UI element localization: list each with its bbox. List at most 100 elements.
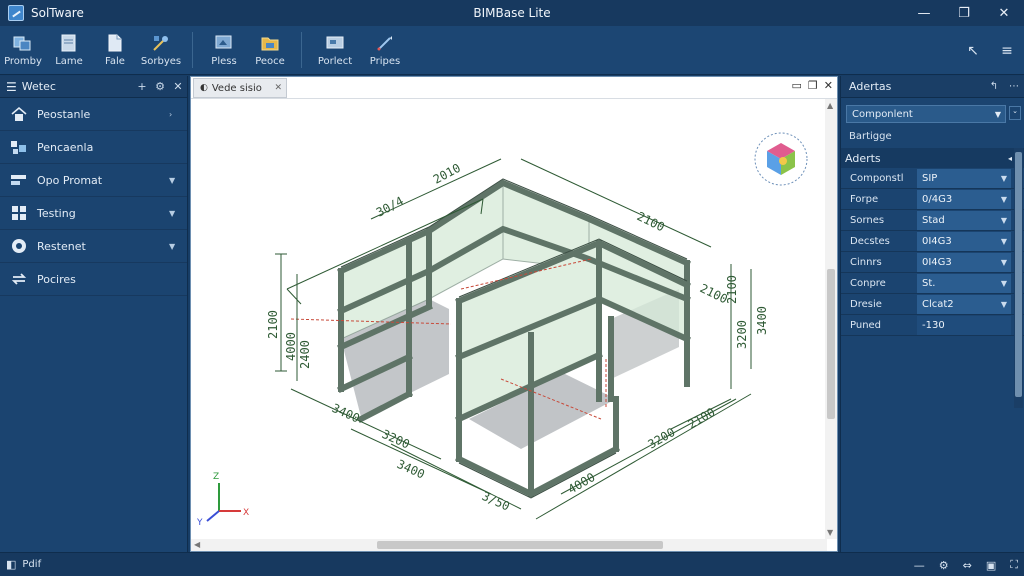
property-row: Dresie Clcat2 ▼	[841, 294, 1024, 315]
status-left: ◧ Pdif	[0, 558, 41, 571]
viewport-horizontal-scrollbar[interactable]: ◀	[191, 539, 827, 551]
property-name: Puned	[850, 319, 882, 331]
nav-item-opo-promat[interactable]: Opo Promat ▼	[0, 164, 187, 197]
scroll-left-icon[interactable]: ◀	[194, 540, 200, 549]
layout-icon[interactable]: ▣	[986, 559, 996, 572]
axis-label-z: Z	[213, 472, 219, 482]
ribbon-button-label: Sorbyes	[140, 56, 182, 67]
tab-close-icon[interactable]: ✕	[274, 83, 282, 93]
section-title: Aderts	[845, 151, 881, 165]
property-name: Forpe	[850, 193, 879, 205]
tab-view[interactable]: ◐ Vede sisio ✕	[193, 78, 287, 98]
properties-scrollbar[interactable]	[1014, 148, 1023, 408]
chevron-down-icon: ▼	[1000, 257, 1007, 267]
property-value: SIP	[922, 172, 938, 184]
collapse-icon[interactable]: ◂	[1008, 154, 1012, 163]
tools-icon[interactable]: ⚙	[151, 80, 169, 93]
chevron-down-icon: ▼	[1000, 173, 1007, 183]
add-icon[interactable]: +	[133, 80, 151, 93]
back-arrow-icon[interactable]: ↖	[956, 43, 990, 59]
component-type-select[interactable]: Componlent ▼	[846, 105, 1006, 123]
close-button[interactable]: ✕	[984, 0, 1024, 26]
ribbon-button-label: Lame	[55, 56, 83, 67]
chevron-down-icon: ▼	[1000, 236, 1007, 246]
panel-options-icon[interactable]: ⋯	[1004, 81, 1024, 92]
restore-button[interactable]: ❐	[944, 0, 984, 26]
hamburger-icon[interactable]: ☰	[6, 80, 17, 94]
ribbon-button-label: Fale	[105, 56, 125, 67]
zoom-out-icon[interactable]: —	[914, 559, 925, 572]
undo-icon[interactable]: ↰	[984, 81, 1004, 92]
property-value-select[interactable]: SIP ▼	[917, 168, 1011, 188]
select-value: Componlent	[852, 108, 913, 120]
model-viewport[interactable]: ◐ Vede sisio ✕ ▭ ❐ ✕ 30/4 2010 2100 2100…	[190, 76, 838, 552]
home-icon	[9, 105, 29, 123]
property-value-select[interactable]: 0/4G3 ▼	[917, 189, 1011, 209]
folder-icon	[259, 33, 281, 53]
view-icon	[213, 33, 235, 53]
property-value-select[interactable]: 0I4G3 ▼	[917, 252, 1011, 272]
chevron-down-icon[interactable]: ▼	[169, 209, 187, 218]
scroll-up-icon[interactable]: ▲	[827, 101, 833, 110]
nav-item-label: Restenet	[37, 239, 86, 253]
viewport-vertical-scrollbar[interactable]: ▲ ▼	[825, 99, 837, 539]
viewport-minimize-icon[interactable]: ▭	[792, 79, 802, 92]
nav-item-restenet[interactable]: Restenet ▼	[0, 230, 187, 263]
property-name: Dresie	[850, 298, 882, 310]
layers-icon	[9, 171, 29, 189]
property-row: Cinnrs 0I4G3 ▼	[841, 252, 1024, 273]
window-controls: — ❐ ✕	[904, 0, 1024, 26]
property-value-select[interactable]: 0I4G3 ▼	[917, 231, 1011, 251]
minimize-button[interactable]: —	[904, 0, 944, 26]
property-value: 0I4G3	[922, 235, 952, 247]
property-value: -130	[922, 319, 945, 331]
chevron-down-icon[interactable]: ▼	[169, 242, 187, 251]
panel-close-icon[interactable]: ✕	[169, 80, 187, 93]
menu-icon[interactable]: ≡	[990, 43, 1024, 59]
ribbon-button-pless[interactable]: Pless	[201, 28, 247, 72]
ribbon-separator	[192, 32, 193, 68]
nav-item-peostanle[interactable]: Peostanle ›	[0, 98, 187, 131]
ribbon-right-controls: ↖ ≡	[956, 26, 1024, 75]
viewport-restore-icon[interactable]: ❐	[808, 79, 818, 92]
property-value-select[interactable]: Clcat2 ▼	[917, 294, 1011, 314]
ribbon-button-label: Promby	[4, 56, 42, 67]
ribbon-button-label: Peoce	[255, 56, 285, 67]
scroll-down-icon[interactable]: ▼	[827, 528, 833, 537]
ribbon-button-label: Porlect	[317, 56, 353, 67]
ribbon-button-porlect[interactable]: Porlect	[310, 28, 360, 72]
viewport-close-icon[interactable]: ✕	[824, 79, 833, 92]
split-view-icon[interactable]: ⇔	[963, 559, 972, 572]
property-name: Componstl	[850, 172, 904, 184]
fullscreen-icon[interactable]: ⛶	[1010, 558, 1018, 572]
ribbon-button-fale[interactable]: Fale	[92, 28, 138, 72]
nav-item-testing[interactable]: Testing ▼	[0, 197, 187, 230]
nav-item-label: Testing	[37, 206, 76, 220]
properties-section-header[interactable]: Aderts ◂	[841, 148, 1024, 168]
scrollbar-thumb[interactable]	[1015, 152, 1022, 397]
nav-item-pocires[interactable]: Pocires	[0, 263, 187, 296]
pen-icon	[374, 33, 396, 53]
dim-label: 2010	[431, 161, 463, 187]
filter-icon[interactable]: ⌄	[1009, 106, 1021, 120]
ribbon-button-lame[interactable]: Lame	[46, 28, 92, 72]
dim-label: 30/4	[374, 194, 406, 220]
property-value-select[interactable]: St. ▼	[917, 273, 1011, 293]
property-value-input[interactable]: -130	[917, 315, 1011, 335]
ribbon-button-sorbyes[interactable]: Sorbyes	[138, 28, 184, 72]
property-name: Decstes	[850, 235, 890, 247]
scrollbar-thumb[interactable]	[827, 269, 835, 419]
ribbon-button-peoce[interactable]: Peoce	[247, 28, 293, 72]
app-name: SolTware	[31, 6, 84, 20]
building-model-drawing[interactable]: 30/4 2010 2100 2100 4000 2400 3200 3400 …	[191, 99, 827, 539]
property-value-select[interactable]: Stad ▼	[917, 210, 1011, 230]
scrollbar-thumb[interactable]	[377, 541, 663, 549]
nav-item-pencaenla[interactable]: Pencaenla	[0, 131, 187, 164]
property-value: 0/4G3	[922, 193, 953, 205]
ribbon-button-promby[interactable]: Promby	[0, 28, 46, 72]
gear-icon[interactable]: ⚙	[939, 559, 949, 572]
ribbon-button-pripes[interactable]: Pripes	[360, 28, 410, 72]
chevron-down-icon[interactable]: ▼	[169, 176, 187, 185]
view-cube[interactable]	[754, 132, 808, 186]
ribbon-separator	[301, 32, 302, 68]
